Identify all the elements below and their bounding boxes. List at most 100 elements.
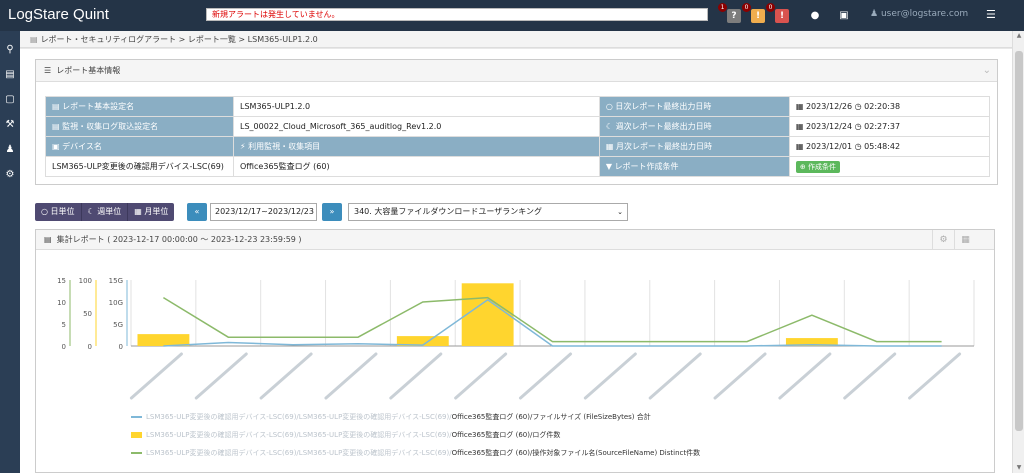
badge-count-error: 0 — [766, 3, 775, 12]
label-text: 利用監視・収集項目 — [248, 142, 321, 151]
time-text: 05:48:42 — [864, 142, 901, 151]
table-row: ▣ デバイス名 ⚡ 利用監視・収集項目 ▦ 月次レポート最終出力日時 ▦ 202… — [45, 136, 991, 157]
legend-label: Office365監査ログ (60)/操作対象ファイル名(SourceFileN… — [451, 449, 701, 457]
panel-title: 集計レポート ( 2023-12-17 00:00:00 ～ 2023-12-2… — [56, 235, 302, 244]
date-text: 2023/12/26 — [805, 102, 853, 111]
create-condition-button[interactable]: ⊕ 作成条件 — [795, 160, 840, 173]
date-text: 2023/12/24 — [805, 122, 853, 131]
chart-icon[interactable]: ▤ — [0, 64, 20, 86]
export-icon[interactable]: ▦ — [954, 230, 976, 250]
clock-icon: ◷ — [854, 122, 862, 131]
label-text: 月次レポート最終出力日時 — [615, 142, 712, 151]
label-text: 日次レポート最終出力日時 — [615, 102, 712, 111]
table-label: ☾ 週次レポート最終出力日時 — [598, 116, 790, 137]
error-alert-icon[interactable]: ! — [775, 9, 789, 23]
badge-count-help: 1 — [718, 3, 727, 12]
unit-toggle-group: ○ 日単位 ☾ 週単位 ▦ 月単位 — [35, 203, 175, 221]
table-value: LSM365-ULP1.2.0 — [233, 96, 600, 117]
panel-header: ☰ レポート基本情報 ⌄ — [36, 60, 997, 82]
label-text: 週次レポート最終出力日時 — [615, 122, 712, 131]
legend-item: LSM365-ULP変更後の確認用デバイス-LSC(69)/LSM365-ULP… — [131, 408, 700, 426]
table-label: ▤ 監視・収集ログ取込設定名 — [45, 116, 234, 137]
chevron-down-icon: ⌄ — [617, 208, 623, 216]
help-alert-icon[interactable]: ? — [727, 9, 741, 23]
table-value: LSM365-ULP変更後の確認用デバイス-LSC(69) — [45, 156, 234, 177]
weekly-unit-button[interactable]: ☾ 週単位 — [81, 203, 129, 221]
aggregate-report-panel: ▤ 集計レポート ( 2023-12-17 00:00:00 ～ 2023-12… — [35, 229, 995, 473]
series-line[interactable] — [163, 296, 942, 343]
label-text: 監視・収集ログ取込設定名 — [62, 122, 159, 131]
label-text: デバイス名 — [62, 142, 102, 151]
daily-unit-button[interactable]: ○ 日単位 — [35, 203, 82, 221]
page-scrollbar[interactable]: ▲ ▼ — [1012, 31, 1024, 473]
table-label: ⚡ 利用監視・収集項目 — [233, 136, 600, 157]
legend-prefix: LSM365-ULP変更後の確認用デバイス-LSC(69)/LSM365-ULP… — [146, 413, 452, 421]
user-menu[interactable]: ♟ user@logstare.com — [870, 9, 968, 19]
x-tick-label — [713, 352, 767, 400]
table-label: ▤ レポート基本設定名 — [45, 96, 234, 117]
table-label: ▦ 月次レポート最終出力日時 — [598, 136, 790, 157]
x-tick-label — [389, 352, 443, 400]
search-icon[interactable]: ⚲ — [0, 39, 20, 61]
bar[interactable] — [461, 283, 514, 346]
legend-swatch — [131, 416, 142, 418]
report-select[interactable]: 340. 大容量ファイルダウンロードユーザランキング ⌄ — [348, 203, 628, 221]
x-tick-label — [843, 352, 897, 400]
prev-period-button[interactable]: « — [187, 203, 207, 221]
x-tick-label — [259, 352, 313, 400]
legend-label: Office365監査ログ (60)/ファイルサイズ (FileSizeByte… — [451, 413, 651, 421]
time-text: 02:27:37 — [864, 122, 901, 131]
x-tick-label — [129, 352, 183, 400]
button-label: 週単位 — [97, 207, 122, 216]
warning-alert-icon[interactable]: ! — [751, 9, 765, 23]
report-basic-info-panel: ☰ レポート基本情報 ⌄ ▤ レポート基本設定名 LSM365-ULP1.2.0… — [35, 59, 998, 185]
notification-icon[interactable]: ● — [808, 9, 822, 23]
list-icon: ☰ — [44, 66, 52, 75]
next-period-button[interactable]: » — [322, 203, 342, 221]
scroll-down-icon[interactable]: ▼ — [1013, 463, 1024, 473]
users-icon[interactable]: ♟ — [0, 139, 20, 161]
y-tick-label: 15 — [57, 277, 66, 285]
circle-icon: ○ — [605, 102, 613, 111]
chevron-down-icon[interactable]: ⌄ — [983, 60, 991, 82]
legend-item: LSM365-ULP変更後の確認用デバイス-LSC(69)/LSM365-ULP… — [131, 444, 700, 462]
monthly-unit-button[interactable]: ▦ 月単位 — [128, 203, 175, 221]
scroll-thumb[interactable] — [1015, 51, 1023, 431]
y-tick-label: 0 — [62, 343, 66, 351]
message-icon[interactable]: ▣ — [837, 9, 851, 23]
calendar-icon: ▦ — [795, 122, 804, 131]
double-left-icon: « — [194, 207, 200, 216]
table-row: ▤ 監視・収集ログ取込設定名 LS_00022_Cloud_Microsoft_… — [45, 116, 991, 137]
report-icon: ▤ — [52, 122, 60, 131]
y-tick-label: 10 — [57, 299, 66, 307]
filter-icon: ▼ — [605, 162, 613, 171]
clock-icon: ◷ — [854, 142, 862, 151]
side-nav: ⚲ ▤ ▢ ⚒ ♟ ⚙ — [0, 31, 20, 473]
panel-title: レポート基本情報 — [56, 66, 121, 75]
app-title[interactable]: LogStare Quint — [8, 6, 109, 23]
clock-icon: ◷ — [854, 102, 862, 111]
panel-header: ▤ 集計レポート ( 2023-12-17 00:00:00 ～ 2023-12… — [36, 230, 994, 250]
x-tick-label — [454, 352, 508, 400]
legend-prefix: LSM365-ULP変更後の確認用デバイス-LSC(69)/LSM365-ULP… — [146, 449, 452, 457]
table-value: ⊕ 作成条件 — [788, 156, 991, 177]
date-range-input[interactable]: 2023/12/17~2023/12/23 — [210, 203, 317, 221]
breadcrumb-text[interactable]: レポート・セキュリティログアラート > レポート一覧 > LSM365-ULP1… — [41, 35, 318, 44]
wrench-icon[interactable]: ⚒ — [0, 114, 20, 136]
bolt-icon: ⚡ — [240, 142, 246, 151]
breadcrumb: ▤ レポート・セキュリティログアラート > レポート一覧 > LSM365-ULP… — [20, 31, 1012, 48]
basic-info-table: ▤ レポート基本設定名 LSM365-ULP1.2.0 ○ 日次レポート最終出力… — [45, 96, 991, 177]
user-label: user@logstare.com — [880, 9, 969, 19]
bar[interactable] — [137, 334, 190, 346]
alert-message[interactable]: 新規アラートは発生していません。 — [206, 8, 708, 21]
x-tick-label — [778, 352, 832, 400]
gear-icon[interactable]: ⚙ — [932, 230, 954, 250]
gear-icon[interactable]: ⚙ — [0, 164, 20, 186]
y-tick-label: 50 — [83, 310, 92, 318]
legend-item: LSM365-ULP変更後の確認用デバイス-LSC(69)/LSM365-ULP… — [131, 426, 700, 444]
menu-icon[interactable]: ☰ — [986, 8, 996, 21]
scroll-up-icon[interactable]: ▲ — [1013, 31, 1024, 41]
x-tick-label — [908, 352, 962, 400]
book-icon[interactable]: ▢ — [0, 89, 20, 111]
table-value: ▦ 2023/12/24 ◷ 02:27:37 — [788, 116, 991, 137]
